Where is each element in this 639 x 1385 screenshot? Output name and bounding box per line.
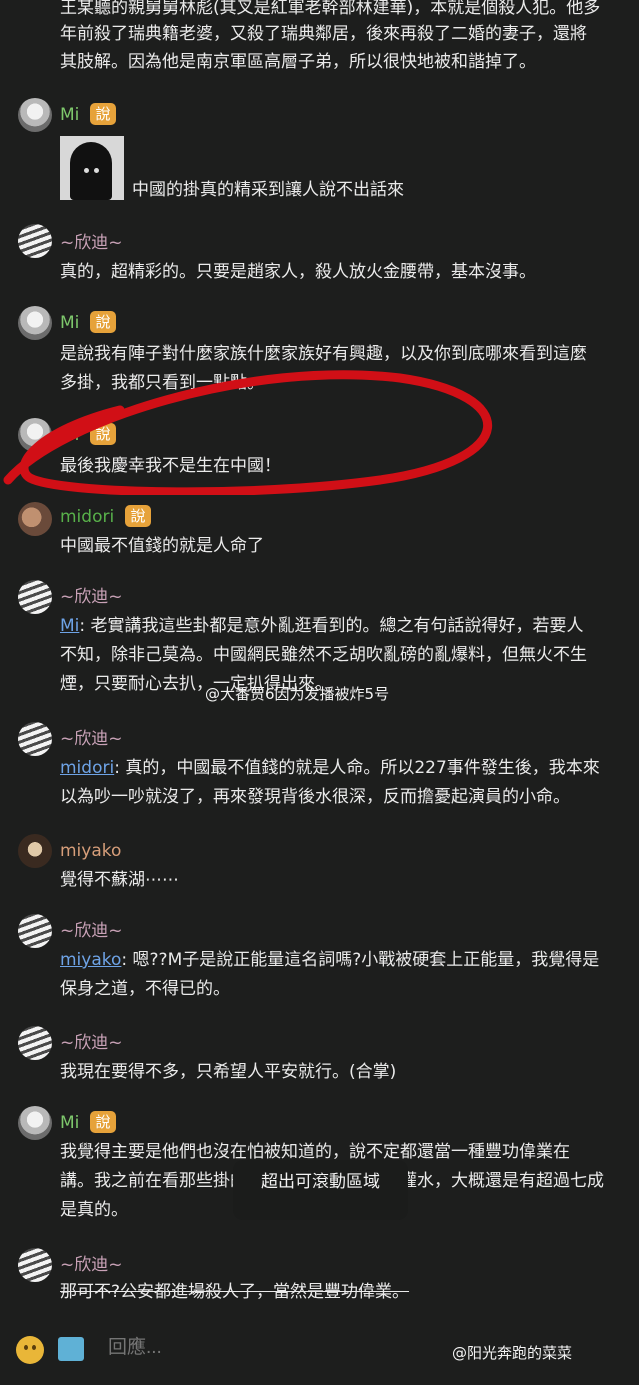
- author-name[interactable]: ~欣迪~: [60, 232, 123, 254]
- author-name[interactable]: midori: [60, 506, 114, 528]
- emoji-icon[interactable]: [16, 1336, 44, 1364]
- avatar[interactable]: [18, 914, 52, 948]
- avatar[interactable]: [18, 722, 52, 756]
- author-name[interactable]: ~欣迪~: [60, 920, 123, 942]
- speech-badge: 說: [90, 103, 116, 125]
- text-line: 保身之道，不得已的。: [60, 979, 230, 999]
- mention-link[interactable]: midori: [60, 758, 114, 778]
- message-text: 那可不?公安都進場殺人了，當然是豐功偉業。: [60, 1282, 410, 1302]
- message-text: 真的，超精彩的。只要是趙家人，殺人放火金腰帶，基本沒事。: [60, 262, 536, 282]
- text-line: : 嗯??M子是說正能量這名詞嗎?小戰被硬套上正能量，我覺得是: [121, 950, 600, 970]
- avatar[interactable]: [18, 580, 52, 614]
- avatar[interactable]: [18, 306, 52, 340]
- avatar[interactable]: [18, 418, 52, 452]
- author-name[interactable]: Mi: [60, 312, 79, 334]
- weibo-watermark: @大番贾6因为发播被炸5号: [205, 685, 390, 703]
- author-name[interactable]: ~欣迪~: [60, 586, 123, 608]
- message-line: miyako: 嗯??M子是說正能量這名詞嗎?小戰被硬套上正能量，我覺得是: [60, 946, 620, 975]
- text-line: 年前殺了瑞典籍老婆，又殺了瑞典鄰居，後來再殺了二婚的妻子，還將: [60, 24, 587, 44]
- message-line: midori: 真的，中國最不值錢的就是人命。所以227事件發生後，我本來: [60, 754, 620, 783]
- author-name[interactable]: ~欣迪~: [60, 1032, 123, 1054]
- message-text: 最後我慶幸我不是生在中國！: [60, 456, 281, 476]
- scroll-limit-toast: 超出可滾動區域: [233, 1160, 408, 1220]
- avatar[interactable]: [18, 98, 52, 132]
- message-text: 我現在要得不多，只希望人平安就行。(合掌): [60, 1062, 397, 1082]
- avatar[interactable]: [18, 1106, 52, 1140]
- avatar[interactable]: [18, 224, 52, 258]
- text-line: 多掛，我都只看到一點點。: [60, 373, 264, 393]
- message-text: 中國的掛真的精采到讓人說不出話來: [132, 180, 404, 200]
- avatar[interactable]: [18, 502, 52, 536]
- text-line: 是說我有陣子對什麼家族什麼家族好有興趣，以及你到底哪來看到這麼: [60, 344, 587, 364]
- text-line: 不知，除非己莫為。中國網民雖然不乏胡吹亂磅的亂爆料，但無火不生: [60, 645, 587, 665]
- mention-link[interactable]: miyako: [60, 950, 121, 970]
- author-name[interactable]: Mi: [60, 424, 79, 446]
- speech-badge: 說: [90, 423, 116, 445]
- mention-link[interactable]: Mi: [60, 616, 79, 636]
- message-text: 中國最不值錢的就是人命了: [60, 536, 264, 556]
- avatar[interactable]: [18, 1248, 52, 1282]
- text-line: : 真的，中國最不值錢的就是人命。所以227事件發生後，我本來: [114, 758, 600, 778]
- speech-badge: 說: [125, 505, 151, 527]
- author-name[interactable]: ~欣迪~: [60, 1254, 123, 1276]
- image-icon[interactable]: [58, 1337, 84, 1361]
- author-name[interactable]: Mi: [60, 104, 79, 126]
- speech-badge: 說: [90, 311, 116, 333]
- message-text: 覺得不蘇湖⋯⋯: [60, 870, 179, 890]
- reply-input[interactable]: [106, 1336, 355, 1360]
- speech-badge: 說: [90, 1111, 116, 1133]
- author-name[interactable]: miyako: [60, 840, 121, 862]
- author-name[interactable]: ~欣迪~: [60, 728, 123, 750]
- sticker-image[interactable]: [60, 136, 124, 200]
- reply-bar: @阳光奔跑的菜菜: [0, 1328, 639, 1385]
- weibo-watermark: @阳光奔跑的菜菜: [452, 1344, 573, 1362]
- text-line: 以為吵一吵就沒了，再來發現背後水很深，反而擔憂起演員的小命。: [60, 787, 570, 807]
- text-line: : 老實講我這些卦都是意外亂逛看到的。總之有句話說得好，若要人: [79, 616, 584, 636]
- ghost-icon: [70, 142, 112, 200]
- author-name[interactable]: Mi: [60, 1112, 79, 1134]
- text-line: 其肢解。因為他是南京軍區高層子弟，所以很快地被和諧掉了。: [60, 52, 536, 72]
- avatar[interactable]: [18, 834, 52, 868]
- message-line: Mi: 老實講我這些卦都是意外亂逛看到的。總之有句話說得好，若要人: [60, 612, 620, 641]
- avatar[interactable]: [18, 1026, 52, 1060]
